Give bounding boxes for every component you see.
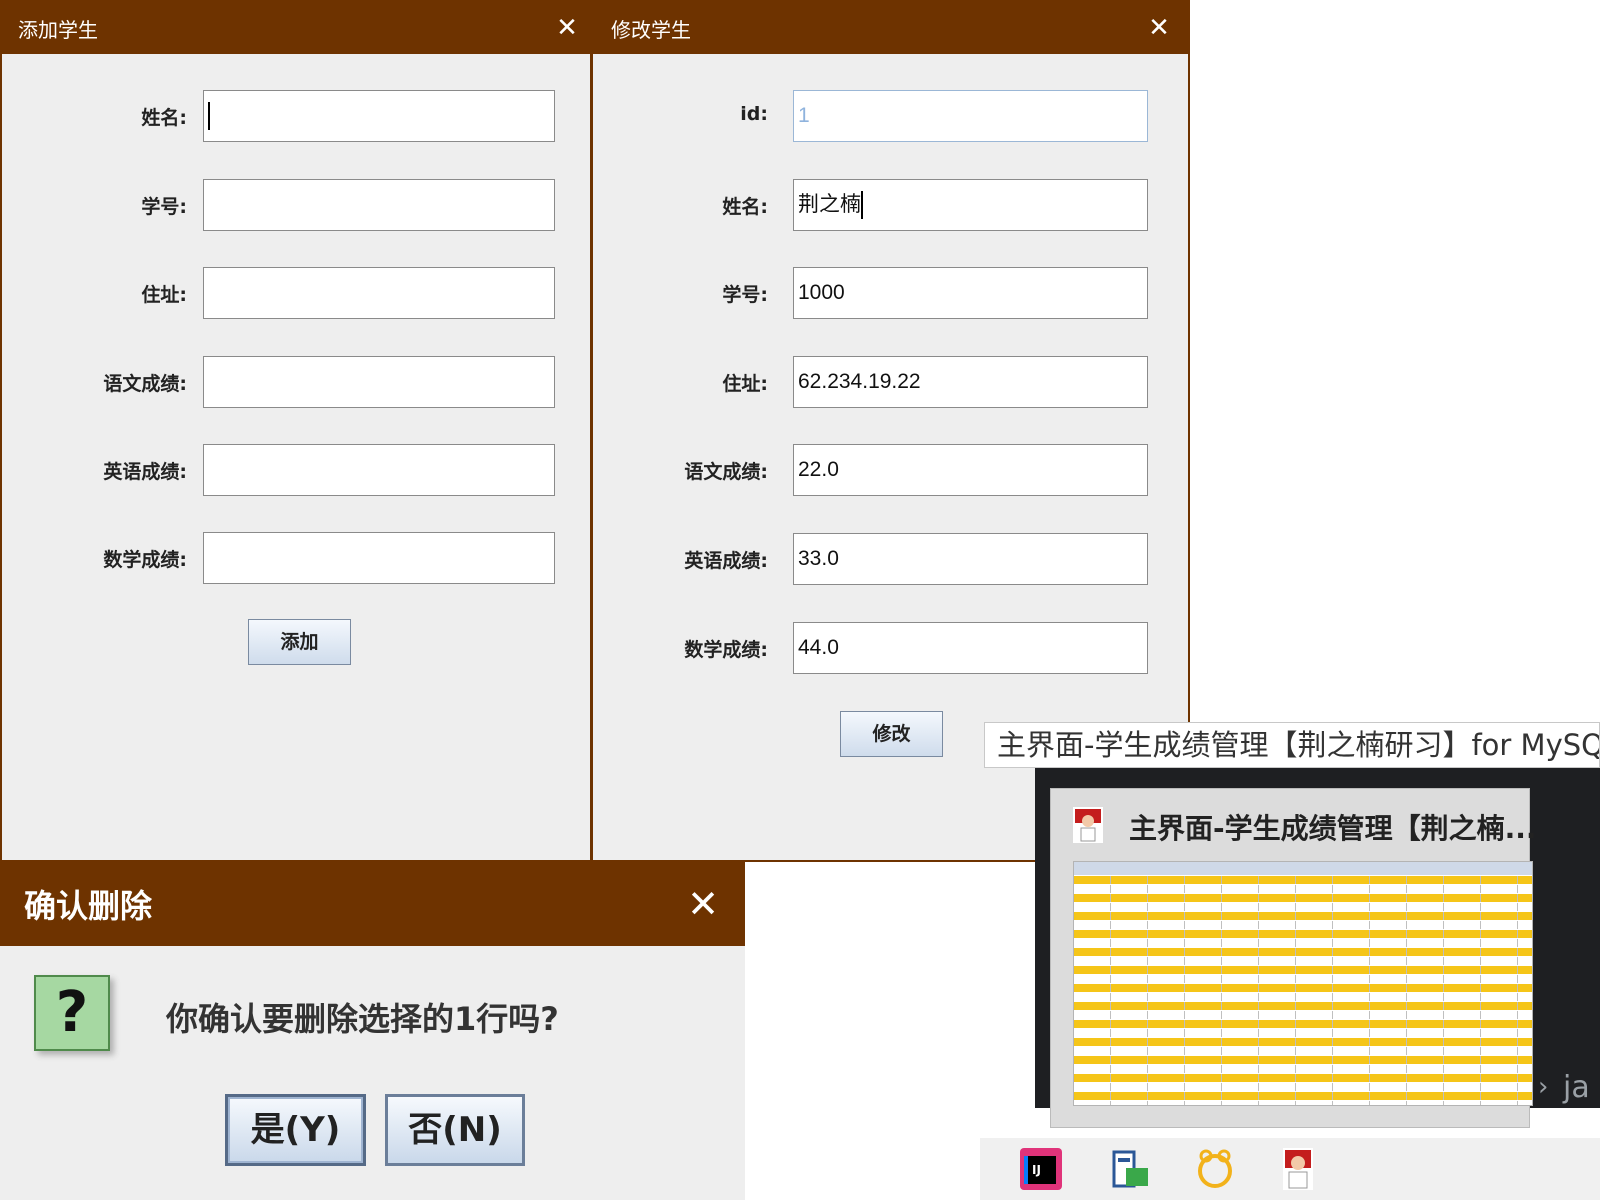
edit-dialog-title: 修改学生 [611, 17, 691, 42]
add-math-score-label: 数学成绩: [103, 549, 187, 571]
preview-window-title: 主界面-学生成绩管理【荆之楠... [1129, 812, 1537, 845]
edit-id-input: 1 [793, 90, 1148, 142]
add-student-id-input[interactable] [203, 179, 555, 231]
database-tool-icon[interactable] [1108, 1146, 1154, 1192]
confirm-delete-dialog: 确认删除 ✕ ? 你确认要删除选择的1行吗? 是(Y) 否(N) [0, 862, 745, 1200]
edit-chinese-score-label: 语文成绩: [684, 461, 768, 483]
thumbnail-row [1074, 921, 1532, 930]
thumbnail-row [1074, 966, 1532, 975]
thumbnail-row [1074, 957, 1532, 966]
edit-id-row: id: 1 [593, 90, 1188, 142]
edit-submit-button[interactable]: 修改 [840, 711, 943, 757]
thumbnail-row [1074, 975, 1532, 984]
thumbnail-row [1074, 1029, 1532, 1038]
confirm-dialog-title: 确认删除 [24, 887, 153, 925]
add-button[interactable]: 添加 [248, 619, 351, 665]
add-address-input[interactable] [203, 267, 555, 319]
thumbnail-row [1074, 885, 1532, 894]
add-english-score-input[interactable] [203, 444, 555, 496]
thumbnail-row [1074, 993, 1532, 1002]
thumbnail-row [1074, 876, 1532, 885]
window-preview-card[interactable]: 主界面-学生成绩管理【荆之楠... [1050, 788, 1537, 1128]
thumbnail-row [1074, 1092, 1532, 1101]
app-avatar-icon[interactable] [1275, 1146, 1321, 1192]
thumbnail-row [1074, 1011, 1532, 1020]
edit-name-row: 姓名: 荆之楠 [593, 179, 1188, 231]
add-chinese-score-input[interactable] [203, 356, 555, 408]
thumbnail-row [1074, 1047, 1532, 1056]
navicat-icon[interactable] [1192, 1146, 1238, 1192]
thumbnail-row [1074, 1101, 1532, 1105]
question-icon: ? [34, 975, 110, 1051]
edit-address-row: 住址: 62.234.19.22 [593, 356, 1188, 408]
edit-math-score-row: 数学成绩: 44.0 [593, 622, 1188, 674]
edit-math-score-input[interactable]: 44.0 [793, 622, 1148, 674]
add-chinese-score-label: 语文成绩: [103, 373, 187, 395]
add-english-score-row: 英语成绩: [2, 444, 594, 496]
thumbnail-row [1074, 948, 1532, 957]
thumbnail-row [1074, 1020, 1532, 1029]
add-english-score-label: 英语成绩: [103, 461, 187, 483]
edit-name-label: 姓名: [722, 196, 768, 218]
text-caret [208, 102, 210, 131]
ide-side-text: ja [1563, 1070, 1590, 1105]
thumbnail-row [1074, 1074, 1532, 1083]
add-student-id-row: 学号: [2, 179, 594, 231]
thumbnail-row [1074, 912, 1532, 921]
edit-student-id-row: 学号: 1000 [593, 267, 1188, 319]
taskbar: IJ [980, 1138, 1600, 1200]
edit-english-score-row: 英语成绩: 33.0 [593, 533, 1188, 585]
add-address-row: 住址: [2, 267, 594, 319]
thumbnail-row [1074, 1083, 1532, 1092]
add-dialog-titlebar[interactable]: 添加学生 ✕ [2, 2, 594, 54]
add-student-dialog: 添加学生 ✕ 姓名: 学号: 住址: 语文成绩: 英语成绩: 数学成绩: 添加 [0, 0, 596, 862]
edit-id-label: id: [740, 103, 768, 125]
thumbnail-row [1074, 894, 1532, 903]
edit-chinese-score-input[interactable]: 22.0 [793, 444, 1148, 496]
thumbnail-row [1074, 1002, 1532, 1011]
window-tooltip: 主界面-学生成绩管理【荆之楠研习】for MySQL [984, 722, 1600, 768]
text-caret [861, 191, 863, 220]
edit-dialog-titlebar[interactable]: 修改学生 ✕ [593, 2, 1188, 54]
svg-text:IJ: IJ [1032, 1163, 1041, 1177]
edit-student-id-input[interactable]: 1000 [793, 267, 1148, 319]
thumbnail-row [1074, 1038, 1532, 1047]
thumbnail-row [1074, 984, 1532, 993]
thumbnail-row [1074, 1056, 1532, 1065]
add-name-label: 姓名: [141, 107, 187, 129]
no-button[interactable]: 否(N) [385, 1094, 525, 1166]
add-name-row: 姓名: [2, 90, 594, 142]
thumbnail-row [1074, 930, 1532, 939]
edit-english-score-label: 英语成绩: [684, 550, 768, 572]
taskbar-preview: ja › 主界面-学生成绩管理【荆之楠研习】for MySQL 主界面-学生成绩… [980, 720, 1600, 1200]
add-chinese-score-row: 语文成绩: [2, 356, 594, 408]
add-name-input[interactable] [203, 90, 555, 142]
app-avatar-icon [1073, 807, 1103, 843]
confirm-dialog-close-button[interactable]: ✕ [683, 882, 723, 926]
thumbnail-header-row [1074, 862, 1532, 876]
thumbnail-row [1074, 1065, 1532, 1074]
edit-math-score-label: 数学成绩: [684, 639, 768, 661]
confirm-message: 你确认要删除选择的1行吗? [166, 1000, 559, 1038]
thumbnail-row [1074, 939, 1532, 948]
add-math-score-row: 数学成绩: [2, 532, 594, 584]
table-thumbnail [1073, 861, 1533, 1106]
add-dialog-close-button[interactable]: ✕ [552, 13, 582, 43]
add-student-id-label: 学号: [141, 196, 187, 218]
add-dialog-title: 添加学生 [18, 17, 98, 42]
thumbnail-row [1074, 903, 1532, 912]
edit-address-input[interactable]: 62.234.19.22 [793, 356, 1148, 408]
edit-address-label: 住址: [722, 373, 768, 395]
chevron-right-icon: › [1538, 1072, 1549, 1102]
intellij-icon[interactable]: IJ [1018, 1146, 1064, 1192]
edit-name-input[interactable]: 荆之楠 [793, 179, 1148, 231]
add-math-score-input[interactable] [203, 532, 555, 584]
yes-button[interactable]: 是(Y) [225, 1094, 366, 1166]
edit-student-id-label: 学号: [722, 284, 768, 306]
edit-dialog-close-button[interactable]: ✕ [1144, 13, 1174, 43]
add-address-label: 住址: [141, 284, 187, 306]
confirm-dialog-titlebar[interactable]: 确认删除 ✕ [0, 862, 745, 946]
edit-english-score-input[interactable]: 33.0 [793, 533, 1148, 585]
edit-chinese-score-row: 语文成绩: 22.0 [593, 444, 1188, 496]
